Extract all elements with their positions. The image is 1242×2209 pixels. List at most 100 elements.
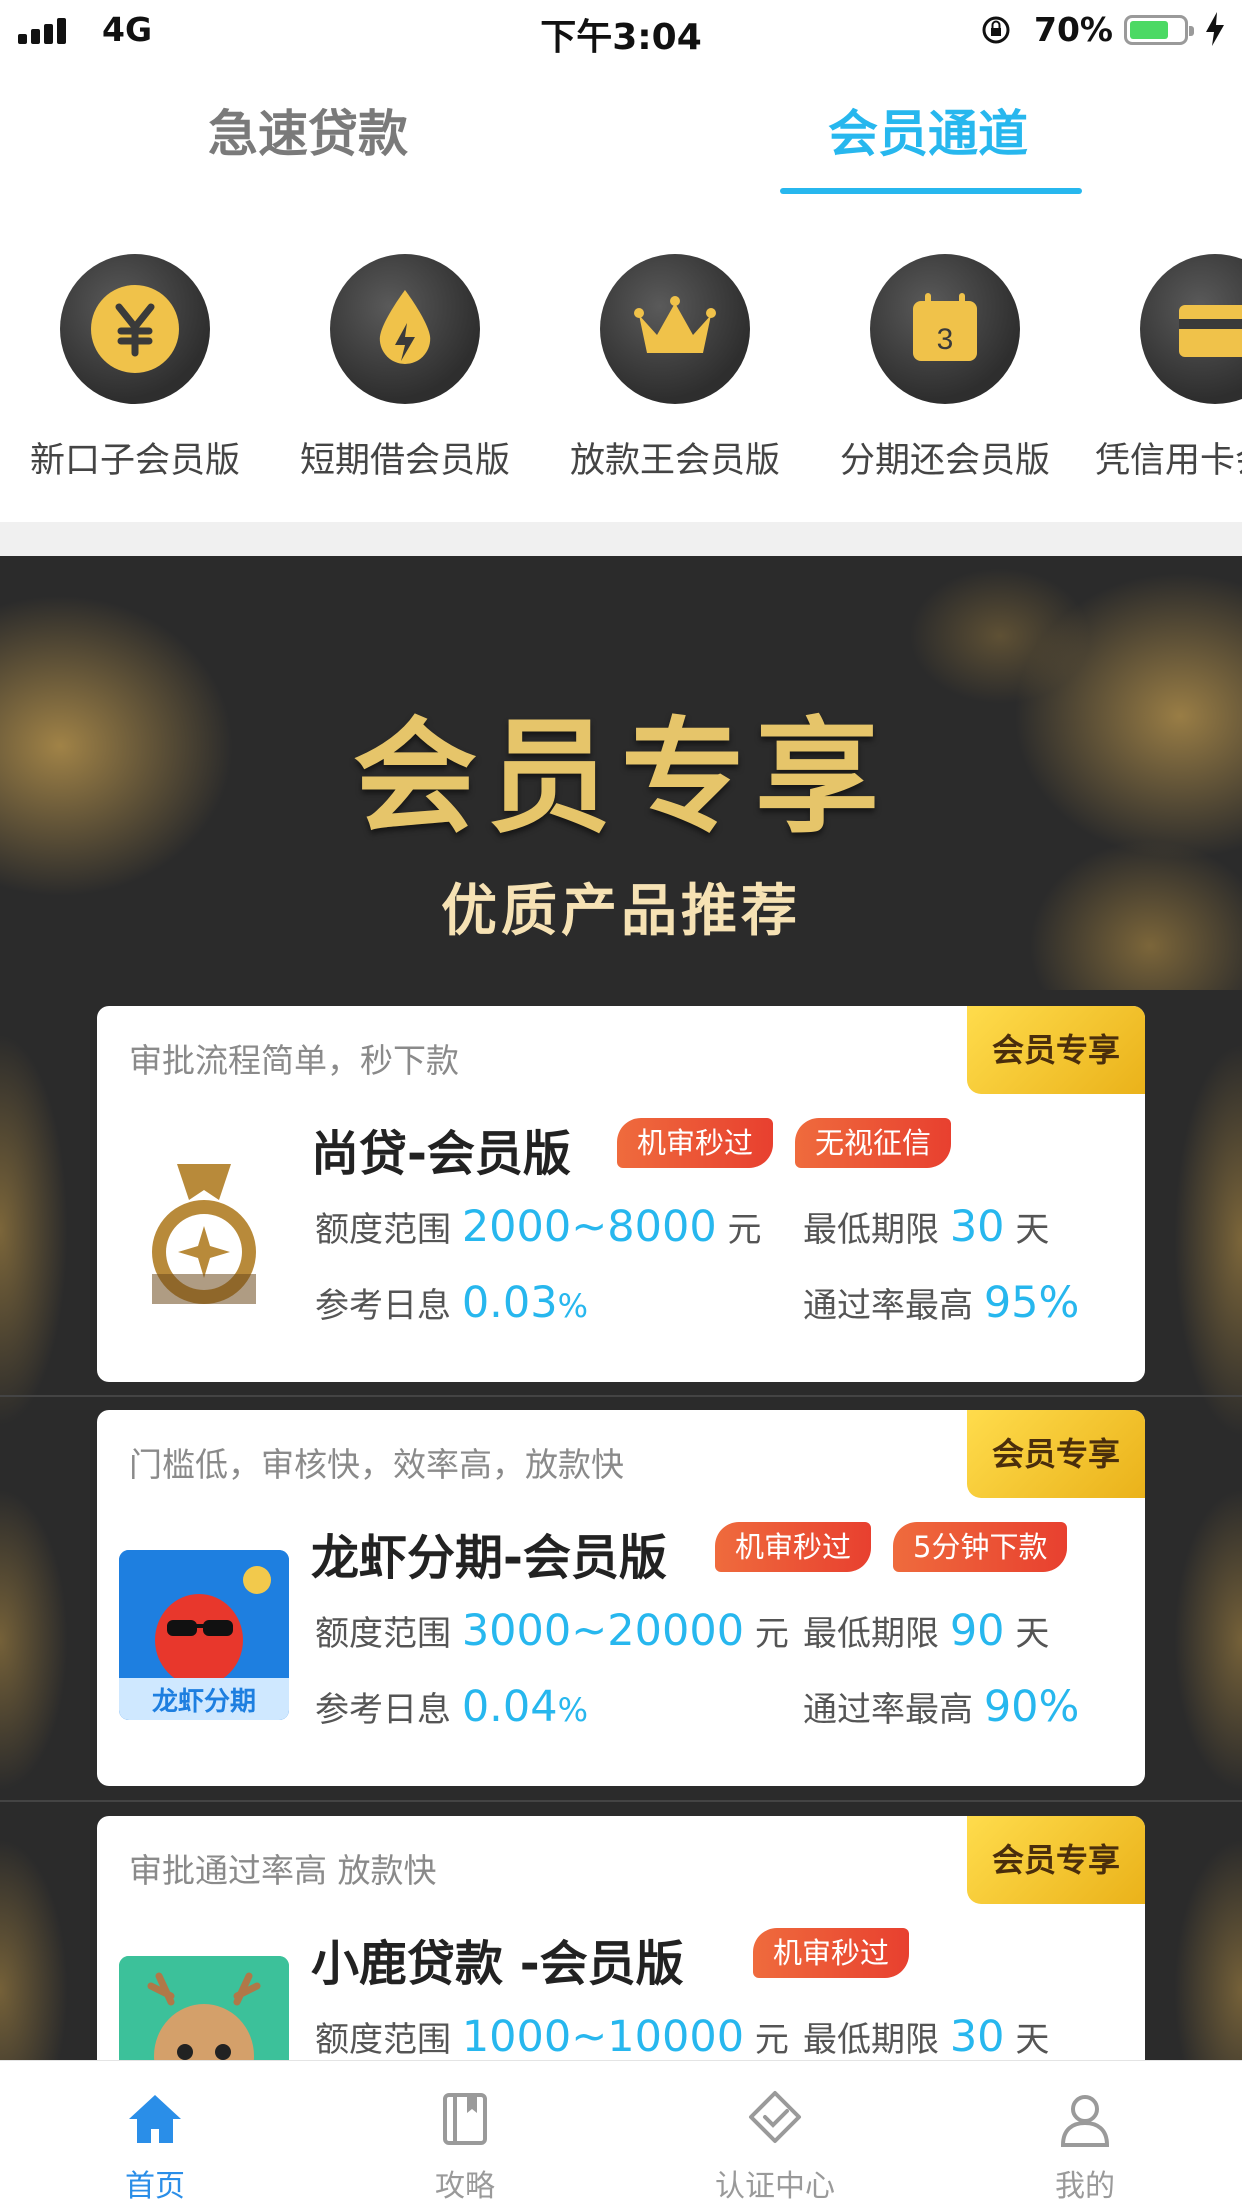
nav-certification[interactable]: 认证中心	[620, 2061, 930, 2209]
product-name: 小鹿贷款 -会员版	[311, 1936, 684, 1992]
pass-rate: 通过率最高 90%	[803, 1682, 1079, 1732]
product-card-xiaolu[interactable]: 审批通过率高 放款快 会员专享 小鹿贷款 -会员版 机审秒过 额度范围 1000…	[97, 1816, 1145, 2060]
pass-label: 通过率最高	[803, 1286, 973, 1326]
rate-value: 0.03	[461, 1278, 558, 1328]
nav-home[interactable]: 首页	[0, 2061, 310, 2209]
term-value: 90	[949, 1606, 1005, 1656]
term-value: 30	[949, 2012, 1005, 2060]
term-unit: 天	[1015, 1210, 1050, 1250]
term-label: 最低期限	[803, 1614, 939, 1654]
banner-subtitle: 优质产品推荐	[441, 879, 801, 944]
category-item-loan-king[interactable]: 放款王会员版	[555, 254, 795, 483]
banner-title: 会员专享	[352, 706, 889, 850]
category-row: 新口子会员版 短期借会员版 放款王会员版 3 分期还会员版 凭信用卡会员版	[0, 210, 1242, 522]
term-label: 最低期限	[803, 1210, 939, 1250]
min-term: 最低期限 90 天	[803, 1606, 1049, 1656]
pass-label: 通过率最高	[803, 1690, 973, 1730]
category-item-installment[interactable]: 3 分期还会员版	[825, 254, 1065, 483]
term-unit: 天	[1015, 1614, 1050, 1654]
rotation-lock-icon	[982, 16, 1010, 44]
product-tag: 机审秒过	[617, 1118, 774, 1168]
pass-value: 95%	[983, 1278, 1080, 1328]
bottom-nav: 首页 攻略 认证中心 我的	[0, 2060, 1242, 2209]
min-term: 最低期限 30 天	[803, 1202, 1049, 1252]
nav-label: 我的	[1055, 2169, 1115, 2204]
calendar-icon: 3	[870, 254, 1020, 404]
amount-range: 额度范围 3000~20000 元	[315, 1606, 789, 1656]
tab-member-channel[interactable]: 会员通道	[828, 94, 1028, 166]
product-tag: 机审秒过	[715, 1522, 872, 1572]
status-bar: 4G 下午3:04 70%	[0, 0, 1242, 64]
list-divider	[0, 1395, 1242, 1397]
product-list: 审批流程简单，秒下款 会员专享 尚贷-会员版 机审秒过 无视征信 额度范围 20…	[0, 990, 1242, 2060]
amount-label: 额度范围	[315, 1210, 451, 1250]
category-label: 放款王会员版	[569, 441, 780, 481]
amount-value: 2000~8000	[461, 1202, 717, 1252]
amount-range: 额度范围 2000~8000 元	[315, 1202, 762, 1252]
category-label: 凭信用卡会员版	[1095, 441, 1242, 481]
product-card-shangdai[interactable]: 审批流程简单，秒下款 会员专享 尚贷-会员版 机审秒过 无视征信 额度范围 20…	[97, 1006, 1145, 1382]
product-logo	[119, 1956, 289, 2060]
product-name: 龙虾分期-会员版	[311, 1530, 667, 1586]
member-exclusive-badge: 会员专享	[967, 1006, 1145, 1094]
daily-rate: 参考日息 0.04%	[315, 1682, 588, 1732]
amount-value: 3000~20000	[461, 1606, 745, 1656]
min-term: 最低期限 30 天	[803, 2012, 1049, 2060]
category-item-short-term[interactable]: 短期借会员版	[285, 254, 525, 483]
product-tag: 5分钟下款	[893, 1522, 1068, 1572]
shield-check-icon	[749, 2091, 801, 2143]
logo-text: 龙虾分期	[152, 1687, 256, 1717]
nav-guide[interactable]: 攻略	[310, 2061, 620, 2209]
category-label: 分期还会员版	[839, 441, 1050, 481]
yuan-coin-icon	[60, 254, 210, 404]
tab-quick-loan[interactable]: 急速贷款	[208, 94, 408, 166]
person-icon	[1060, 2095, 1110, 2147]
amount-unit: 元	[754, 2020, 789, 2060]
term-value: 30	[949, 1202, 1005, 1252]
product-tag: 无视征信	[795, 1118, 952, 1168]
member-exclusive-badge: 会员专享	[967, 1410, 1145, 1498]
calendar-number: 3	[937, 323, 954, 356]
section-divider	[0, 522, 1242, 556]
member-exclusive-badge: 会员专享	[967, 1816, 1145, 1904]
member-banner[interactable]: 会员专享 优质产品推荐	[0, 556, 1242, 990]
battery-icon	[1124, 15, 1194, 45]
amount-label: 额度范围	[315, 1614, 451, 1654]
rate-label: 参考日息	[315, 1286, 451, 1326]
product-slogan: 门槛低，审核快，效率高，放款快	[129, 1445, 624, 1484]
rate-unit: %	[557, 1691, 588, 1729]
nav-label: 认证中心	[715, 2169, 835, 2204]
category-label: 新口子会员版	[29, 441, 240, 481]
crown-icon	[600, 254, 750, 404]
product-slogan: 审批流程简单，秒下款	[129, 1041, 459, 1080]
amount-unit: 元	[754, 1614, 789, 1654]
rate-label: 参考日息	[315, 1690, 451, 1730]
product-name: 尚贷-会员版	[311, 1126, 571, 1182]
daily-rate: 参考日息 0.03%	[315, 1278, 588, 1328]
credit-card-icon	[1140, 254, 1242, 404]
book-icon	[443, 2093, 487, 2145]
amount-value: 1000~10000	[461, 2012, 745, 2060]
amount-label: 额度范围	[315, 2020, 451, 2060]
category-item-credit-card[interactable]: 凭信用卡会员版	[1095, 254, 1242, 483]
product-logo: 龙虾分期	[119, 1550, 289, 1720]
category-item-new[interactable]: 新口子会员版	[15, 254, 255, 483]
charging-bolt-icon	[1206, 12, 1224, 46]
product-slogan: 审批通过率高 放款快	[129, 1851, 437, 1890]
nav-label: 首页	[125, 2169, 185, 2204]
pass-value: 90%	[983, 1682, 1080, 1732]
category-label: 短期借会员版	[299, 441, 510, 481]
list-divider	[0, 1800, 1242, 1802]
term-unit: 天	[1015, 2020, 1050, 2060]
product-card-longxia[interactable]: 门槛低，审核快，效率高，放款快 会员专享 龙虾分期 龙虾分期-会员版 机审秒过 …	[97, 1410, 1145, 1786]
nav-label: 攻略	[435, 2169, 495, 2204]
nav-mine[interactable]: 我的	[930, 2061, 1240, 2209]
amount-unit: 元	[727, 1210, 762, 1250]
rate-value: 0.04	[461, 1682, 558, 1732]
battery-percentage: 70%	[1034, 10, 1113, 49]
active-tab-indicator	[780, 188, 1082, 194]
product-logo	[119, 1146, 289, 1316]
amount-range: 额度范围 1000~10000 元	[315, 2012, 789, 2060]
term-label: 最低期限	[803, 2020, 939, 2060]
pass-rate: 通过率最高 95%	[803, 1278, 1079, 1328]
